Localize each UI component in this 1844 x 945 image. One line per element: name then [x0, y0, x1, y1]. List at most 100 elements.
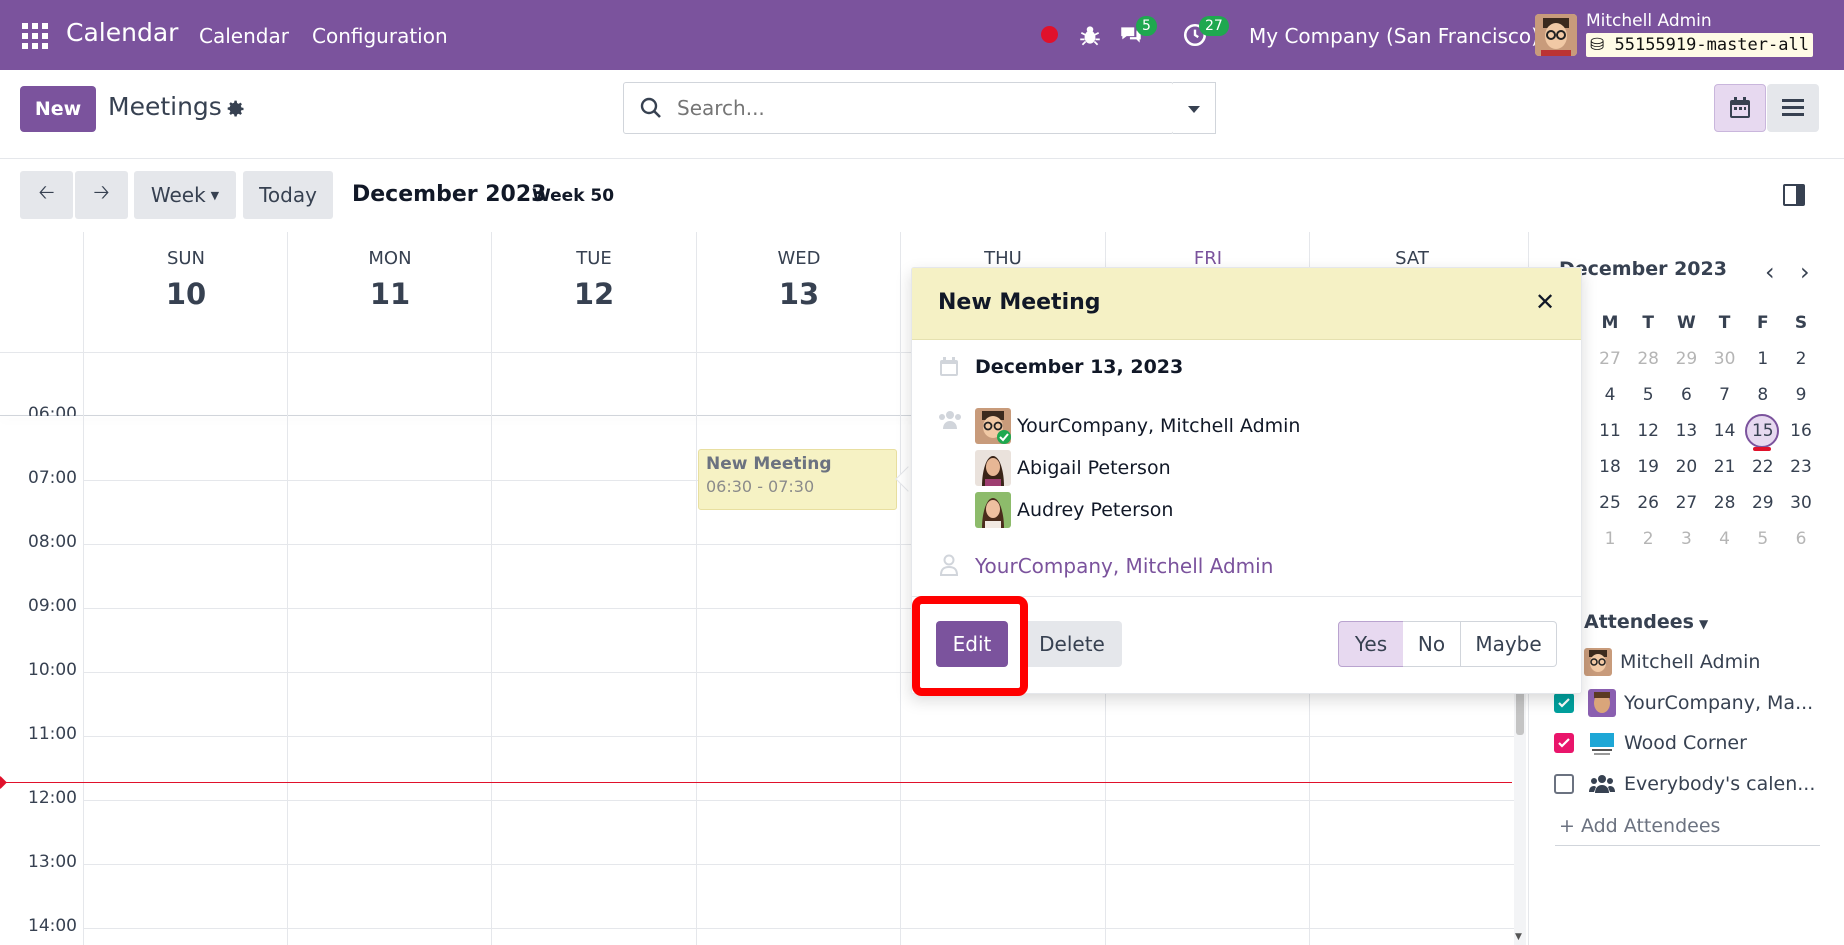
mini-day-cell[interactable]: 23: [1782, 449, 1820, 485]
mini-day-cell[interactable]: 16: [1782, 413, 1820, 449]
scale-dropdown[interactable]: Week ▼: [134, 171, 236, 219]
mini-weekday-label: T: [1642, 313, 1654, 333]
calendar-event[interactable]: New Meeting 06:30 - 07:30: [698, 449, 897, 510]
attendee-name: Abigail Peterson: [1017, 457, 1171, 479]
mini-day-cell[interactable]: 29: [1744, 485, 1782, 521]
previous-button[interactable]: 🡠: [20, 171, 73, 219]
search-input[interactable]: [677, 93, 1157, 123]
add-attendees-link[interactable]: + Add Attendees: [1559, 815, 1720, 837]
attendee-row[interactable]: Mitchell Admin: [1584, 647, 1760, 677]
sidebar-toggle-icon[interactable]: [1783, 184, 1805, 206]
checkbox-unchecked[interactable]: [1554, 774, 1574, 794]
apps-menu-icon[interactable]: [22, 23, 48, 49]
mini-day-cell[interactable]: 1: [1591, 521, 1629, 557]
mini-day-cell[interactable]: 13: [1667, 413, 1705, 449]
checkbox-checked[interactable]: [1554, 693, 1574, 713]
mini-day-cell[interactable]: 29: [1667, 341, 1705, 377]
day-number: 11: [369, 277, 411, 311]
mini-day-cell[interactable]: 28: [1629, 341, 1667, 377]
mini-day-cell[interactable]: 2: [1782, 341, 1820, 377]
day-name: SAT: [1395, 248, 1429, 269]
mini-day-cell[interactable]: 6: [1782, 521, 1820, 557]
mini-day-cell[interactable]: 6: [1667, 377, 1705, 413]
mini-day-cell[interactable]: 1: [1744, 341, 1782, 377]
list-view-button[interactable]: [1767, 84, 1819, 132]
mini-day-cell[interactable]: 3: [1667, 521, 1705, 557]
scrollbar-thumb[interactable]: [1516, 690, 1524, 735]
database-icon: ⛁: [1590, 35, 1615, 55]
company-switcher[interactable]: My Company (San Francisco): [1249, 24, 1539, 48]
today-button[interactable]: Today: [243, 171, 333, 219]
delete-button[interactable]: Delete: [1022, 621, 1122, 667]
attendees-filter-title[interactable]: Attendees ▼: [1584, 611, 1708, 633]
mini-day-cell[interactable]: 15: [1744, 413, 1782, 449]
day-header-tue[interactable]: TUE 12: [491, 232, 696, 352]
day-name: SUN: [166, 248, 206, 269]
mini-day-cell[interactable]: 12: [1629, 413, 1667, 449]
mini-day-cell[interactable]: 22: [1744, 449, 1782, 485]
hour-line: [83, 800, 1515, 801]
day-header-wed[interactable]: WED 13: [696, 232, 901, 352]
mini-day-cell[interactable]: 26: [1629, 485, 1667, 521]
attendee-row[interactable]: Wood Corner: [1554, 728, 1747, 758]
attendee-row[interactable]: YourCompany, Ma...: [1554, 688, 1813, 718]
attendee-name: YourCompany, Ma...: [1624, 692, 1814, 714]
scroll-down-icon[interactable]: ▼: [1515, 932, 1522, 942]
caret-down-icon: ▼: [1698, 617, 1709, 631]
column-line: [696, 352, 697, 945]
next-button[interactable]: 🡢: [75, 171, 128, 219]
user-name[interactable]: Mitchell Admin: [1586, 11, 1712, 31]
rsvp-no-button[interactable]: No: [1403, 621, 1461, 667]
popover-header: New Meeting ✕: [912, 268, 1581, 340]
new-button[interactable]: New: [20, 86, 96, 132]
mini-day-cell[interactable]: 27: [1591, 341, 1629, 377]
user-avatar[interactable]: [1535, 14, 1577, 56]
mini-day-cell[interactable]: 8: [1744, 377, 1782, 413]
column-line: [900, 352, 901, 945]
mini-day-cell[interactable]: 5: [1744, 521, 1782, 557]
attendee-name: Everybody's calen...: [1624, 773, 1816, 795]
mini-day-cell[interactable]: 20: [1667, 449, 1705, 485]
day-header-sun[interactable]: SUN 10: [83, 232, 288, 352]
checkbox-checked[interactable]: [1554, 733, 1574, 753]
menu-configuration[interactable]: Configuration: [312, 24, 448, 48]
menu-calendar[interactable]: Calendar: [199, 24, 289, 48]
wood-corner-logo: [1588, 729, 1616, 757]
app-brand[interactable]: Calendar: [66, 18, 178, 47]
mini-next-icon[interactable]: ›: [1800, 258, 1810, 286]
day-name: TUE: [576, 248, 612, 269]
mini-day-cell[interactable]: 9: [1782, 377, 1820, 413]
mini-day-cell[interactable]: 21: [1706, 449, 1744, 485]
close-icon[interactable]: ✕: [1535, 288, 1555, 316]
list-icon: [1782, 99, 1804, 116]
mini-day-cell[interactable]: 19: [1629, 449, 1667, 485]
mini-day-cell[interactable]: 4: [1706, 521, 1744, 557]
mini-day-cell[interactable]: 30: [1706, 341, 1744, 377]
attendee-name: Wood Corner: [1624, 732, 1747, 754]
gear-icon[interactable]: [226, 99, 246, 119]
mini-day-cell[interactable]: 5: [1629, 377, 1667, 413]
mini-day-cell[interactable]: 30: [1782, 485, 1820, 521]
day-header-mon[interactable]: MON 11: [287, 232, 492, 352]
current-time-marker: [0, 776, 7, 789]
attendees-icon: [939, 411, 961, 429]
search-options-toggle[interactable]: [1173, 82, 1216, 134]
mini-prev-icon[interactable]: ‹: [1765, 258, 1775, 286]
mini-day-cell[interactable]: 28: [1706, 485, 1744, 521]
debug-bug-icon[interactable]: [1077, 22, 1103, 48]
mini-day-cell[interactable]: 25: [1591, 485, 1629, 521]
attendee-row[interactable]: Everybody's calen...: [1554, 769, 1815, 799]
mini-day-cell[interactable]: 2: [1629, 521, 1667, 557]
mini-day-cell[interactable]: 7: [1706, 377, 1744, 413]
mini-day-cell[interactable]: 11: [1591, 413, 1629, 449]
rsvp-maybe-button[interactable]: Maybe: [1461, 621, 1557, 667]
database-name: 55155919-master-all: [1614, 35, 1809, 55]
rsvp-yes-button[interactable]: Yes: [1338, 621, 1404, 667]
organizer-link[interactable]: YourCompany, Mitchell Admin: [975, 554, 1273, 578]
mini-day-cell[interactable]: 18: [1591, 449, 1629, 485]
mini-day-cell[interactable]: 27: [1667, 485, 1705, 521]
mini-day-cell[interactable]: 14: [1706, 413, 1744, 449]
calendar-view-button[interactable]: [1714, 84, 1766, 132]
mini-day-cell[interactable]: 4: [1591, 377, 1629, 413]
recording-indicator-icon[interactable]: [1041, 26, 1058, 43]
